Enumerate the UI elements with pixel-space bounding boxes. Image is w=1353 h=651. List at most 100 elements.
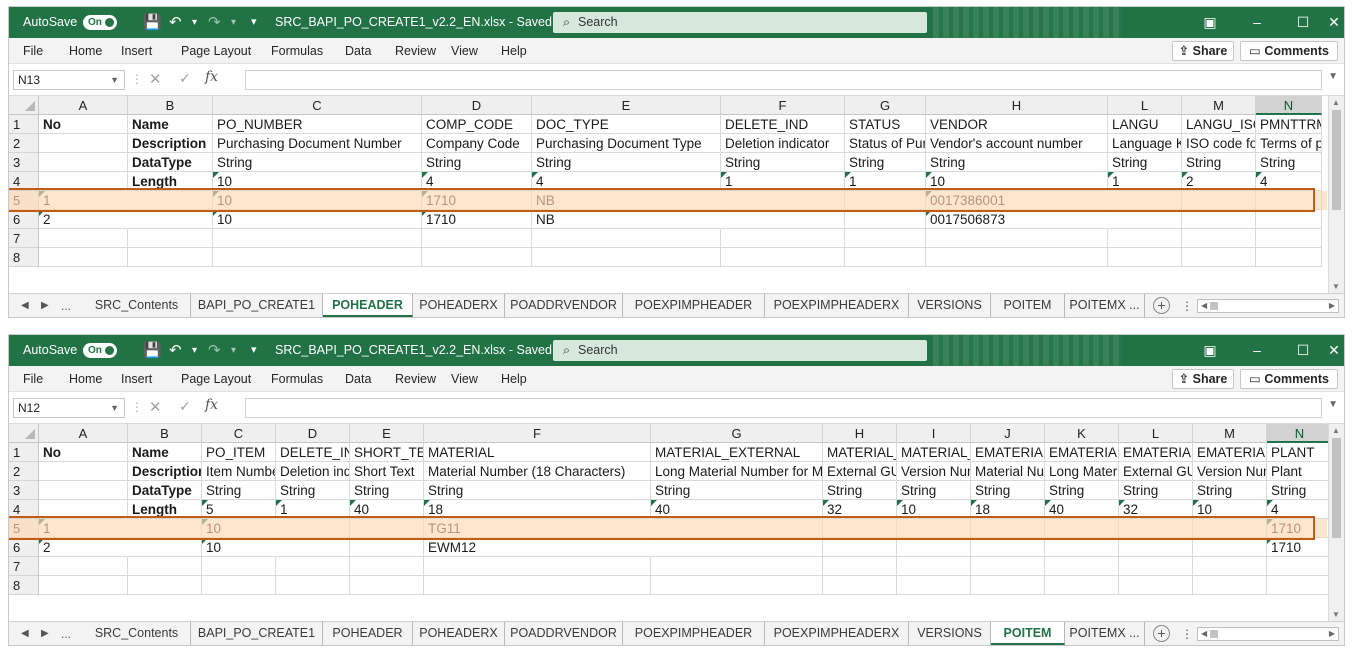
cell-d5[interactable]: 1710 bbox=[422, 191, 532, 210]
column-header-c[interactable]: C bbox=[202, 424, 276, 443]
cell-d5[interactable] bbox=[276, 519, 350, 538]
cell-m4[interactable]: 10 bbox=[1193, 500, 1267, 519]
sheet-tab-versions[interactable]: VERSIONS bbox=[909, 294, 991, 317]
cell-l7[interactable] bbox=[1119, 557, 1193, 576]
cell-h6[interactable] bbox=[823, 538, 897, 557]
cell-j1[interactable]: EMATERIAL bbox=[971, 443, 1045, 462]
cell-d7[interactable] bbox=[276, 557, 350, 576]
cell-g5[interactable] bbox=[651, 519, 823, 538]
select-all-corner[interactable] bbox=[9, 424, 39, 443]
cell-c3[interactable]: String bbox=[202, 481, 276, 500]
scroll-left-icon[interactable]: ◀ bbox=[1201, 300, 1207, 312]
row-header-6[interactable]: 6 bbox=[9, 210, 39, 229]
cell-m2[interactable]: Version Number bbox=[1193, 462, 1267, 481]
cell-f4[interactable]: 18 bbox=[424, 500, 651, 519]
row-header-4[interactable]: 4 bbox=[9, 500, 39, 519]
column-header-a[interactable]: A bbox=[39, 424, 128, 443]
cell-l8[interactable] bbox=[1119, 576, 1193, 595]
cell-e4[interactable]: 4 bbox=[532, 172, 721, 191]
cell-g3[interactable]: String bbox=[845, 153, 926, 172]
cell-k4[interactable]: 40 bbox=[1045, 500, 1119, 519]
cell-b3[interactable]: DataType bbox=[128, 481, 202, 500]
cell-g5[interactable] bbox=[845, 191, 926, 210]
sheet-tab-poexpimpheaderx[interactable]: POEXPIMPHEADERX bbox=[765, 622, 909, 645]
cell-a3[interactable] bbox=[39, 481, 128, 500]
cell-c8[interactable] bbox=[213, 248, 422, 267]
cell-h5[interactable] bbox=[823, 519, 897, 538]
scroll-left-icon[interactable]: ◀ bbox=[1201, 628, 1207, 640]
cell-a6[interactable]: 2 bbox=[39, 538, 128, 557]
sheet-tab-src-contents[interactable]: SRC_Contents bbox=[83, 294, 191, 317]
cell-e7[interactable] bbox=[532, 229, 721, 248]
sheet-tab-poaddrvendor[interactable]: POADDRVENDOR bbox=[505, 294, 623, 317]
menu-file[interactable]: File bbox=[23, 38, 43, 64]
cancel-icon[interactable]: ✕ bbox=[149, 398, 162, 416]
undo-icon[interactable]: ↶ bbox=[169, 335, 182, 366]
cell-j2[interactable]: Material Number bbox=[971, 462, 1045, 481]
cell-d3[interactable]: String bbox=[276, 481, 350, 500]
cell-g1[interactable]: STATUS bbox=[845, 115, 926, 134]
sheet-nav-right-icon[interactable]: ▶ bbox=[41, 294, 49, 317]
column-header-m[interactable]: M bbox=[1182, 96, 1256, 115]
cell-h1[interactable]: VENDOR bbox=[926, 115, 1108, 134]
column-header-b[interactable]: B bbox=[128, 424, 202, 443]
save-icon[interactable]: 💾 bbox=[143, 7, 162, 38]
formula-input[interactable] bbox=[245, 70, 1322, 90]
cell-m3[interactable]: String bbox=[1193, 481, 1267, 500]
cell-m8[interactable] bbox=[1182, 248, 1256, 267]
sheet-nav-left-icon[interactable]: ◀ bbox=[21, 294, 29, 317]
cell-a1[interactable]: No bbox=[39, 443, 128, 462]
maximize-icon[interactable]: ☐ bbox=[1280, 7, 1326, 38]
cell-k2[interactable]: Long Material Number bbox=[1045, 462, 1119, 481]
sheet-nav-left-icon[interactable]: ◀ bbox=[21, 622, 29, 645]
row-header-3[interactable]: 3 bbox=[9, 481, 39, 500]
cell-d1[interactable]: COMP_CODE bbox=[422, 115, 532, 134]
sheet-tab-poitem[interactable]: POITEM bbox=[991, 294, 1065, 317]
menu-insert[interactable]: Insert bbox=[121, 366, 152, 392]
more-sheets-icon[interactable]: ... bbox=[61, 622, 71, 645]
row-header-4[interactable]: 4 bbox=[9, 172, 39, 191]
row-header-5[interactable]: 5 bbox=[9, 191, 39, 210]
scroll-right-icon[interactable]: ▶ bbox=[1329, 628, 1335, 640]
cell-e3[interactable]: String bbox=[532, 153, 721, 172]
cell-c4[interactable]: 10 bbox=[213, 172, 422, 191]
cell-h8[interactable] bbox=[823, 576, 897, 595]
cell-a4[interactable] bbox=[39, 172, 128, 191]
column-header-g[interactable]: G bbox=[845, 96, 926, 115]
cell-g6[interactable] bbox=[845, 210, 926, 229]
cell-g8[interactable] bbox=[651, 576, 823, 595]
enter-icon[interactable]: ✓ bbox=[179, 70, 191, 87]
cell-b1[interactable]: Name bbox=[128, 443, 202, 462]
cell-b2[interactable]: Description bbox=[128, 462, 202, 481]
cell-b3[interactable]: DataType bbox=[128, 153, 213, 172]
cell-b2[interactable]: Description bbox=[128, 134, 213, 153]
cancel-icon[interactable]: ✕ bbox=[149, 70, 162, 88]
cell-k5[interactable] bbox=[1045, 519, 1119, 538]
name-box[interactable]: N13 ▼ bbox=[13, 70, 125, 90]
formula-input[interactable] bbox=[245, 398, 1322, 418]
cell-c8[interactable] bbox=[202, 576, 276, 595]
cell-j5[interactable] bbox=[971, 519, 1045, 538]
row-header-8[interactable]: 8 bbox=[9, 576, 39, 595]
cell-e4[interactable]: 40 bbox=[350, 500, 424, 519]
expand-formula-bar-icon[interactable]: ▼ bbox=[1328, 71, 1338, 82]
cell-a5[interactable]: 1 bbox=[39, 191, 128, 210]
cell-f3[interactable]: String bbox=[424, 481, 651, 500]
cell-l5[interactable] bbox=[1119, 519, 1193, 538]
column-header-i[interactable]: I bbox=[897, 424, 971, 443]
cell-f8[interactable] bbox=[721, 248, 845, 267]
cell-d6[interactable]: 1710 bbox=[422, 210, 532, 229]
column-header-l[interactable]: L bbox=[1119, 424, 1193, 443]
cell-j3[interactable]: String bbox=[971, 481, 1045, 500]
tab-splitter[interactable]: ⋮ bbox=[1181, 622, 1193, 645]
comments-button[interactable]: ▭ Comments bbox=[1240, 41, 1338, 61]
sheet-tab-poheaderx[interactable]: POHEADERX bbox=[413, 622, 505, 645]
insert-function-icon[interactable]: fx bbox=[205, 69, 218, 85]
menu-insert[interactable]: Insert bbox=[121, 38, 152, 64]
cell-e1[interactable]: SHORT_TEXT bbox=[350, 443, 424, 462]
cell-i5[interactable] bbox=[897, 519, 971, 538]
search-box[interactable]: ⌕ Search bbox=[553, 340, 927, 361]
cell-m5[interactable] bbox=[1182, 191, 1256, 210]
cell-b4[interactable]: Length bbox=[128, 500, 202, 519]
cell-l5[interactable] bbox=[1108, 191, 1182, 210]
